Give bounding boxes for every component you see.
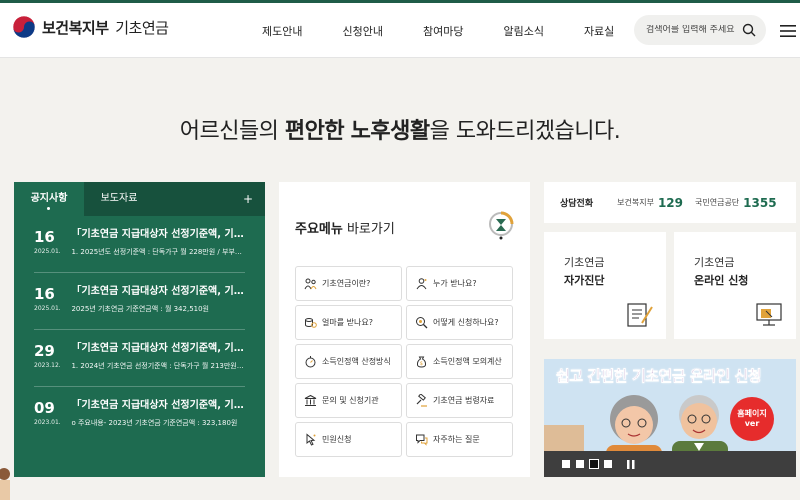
quick-menu-panel: 주요메뉴 바로가기 기초연금이란? 누가 받나요? 얼마를 받나요? 어떻게 신… (279, 182, 530, 477)
gavel-icon (416, 394, 427, 407)
tab-notices[interactable]: 공지사항 (14, 182, 84, 216)
logo-service: 기초연금 (115, 18, 169, 37)
pause-icon[interactable] (626, 459, 636, 469)
slide-indicator-1[interactable] (562, 460, 570, 468)
quick-menu-item[interactable]: 민원신청 (295, 422, 402, 457)
nav-item-news[interactable]: 알림소식 (503, 23, 543, 39)
quick-menu-title: 주요메뉴 바로가기 (295, 222, 395, 237)
site-header: 보건복지부 기초연금 제도안내 신청안내 참여마당 알림소식 자료실 (0, 3, 800, 58)
magnifier-icon (416, 317, 428, 329)
hotline-label: 상담전화 (560, 199, 594, 209)
hamburger-menu-icon[interactable] (780, 25, 796, 37)
hero-slogan: 어르신들의 편안한 노후생활을 도와드리겠습니다. (179, 119, 621, 144)
quick-menu-item[interactable]: 어떻게 신청하나요? (406, 305, 513, 340)
hourglass-clock-icon (489, 211, 514, 240)
nav-item-library[interactable]: 자료실 (584, 23, 614, 39)
site-logo[interactable]: 보건복지부 기초연금 (12, 15, 169, 39)
news-title: 「기초연금 지급대상자 선정기준액, 기준연금액 고시」 (71, 343, 245, 354)
news-summary: 2025년 기초연금 기준연금액 : 월 342,510원 (71, 305, 209, 313)
building-icon (304, 394, 317, 406)
slide-indicator-3[interactable] (589, 459, 599, 469)
news-date: 16 2025.01. (34, 228, 61, 255)
nav-item-participation[interactable]: 참여마당 (423, 23, 463, 39)
homepage-version-badge: 홈페이지 ver (730, 397, 774, 441)
news-summary: 1. 2025년도 선정기준액 : 단독가구 월 228만원 / 부부가구 월 … (71, 248, 245, 256)
pointer-icon (306, 433, 316, 446)
quick-menu-item[interactable]: $ 소득인정액 모의계산 (406, 344, 513, 379)
quick-menu-item[interactable]: 기초연금이란? (295, 266, 402, 301)
news-date: 29 2023.12. (34, 342, 61, 369)
news-title: 「기초연금 지급대상자 선정기준액, 기준연금액 고시」 (71, 229, 245, 240)
monitor-icon (756, 303, 782, 326)
slide-indicator-4[interactable] (604, 460, 612, 468)
search-icon[interactable] (742, 23, 756, 37)
nav-item-apply[interactable]: 신청안내 (342, 23, 382, 39)
quick-menu-item[interactable]: 누가 받나요? (406, 266, 513, 301)
banner-controls (544, 451, 796, 477)
slide-indicator-2[interactable] (576, 460, 584, 468)
coins-icon (305, 318, 317, 328)
quick-menu-item[interactable]: 문의 및 신청기관 (295, 383, 402, 418)
hotline-org-ministry: 보건복지부 (617, 198, 654, 207)
news-item[interactable]: 16 2025.01. 「기초연금 지급대상자 선정기준액, 기준연금액 고시」… (34, 273, 245, 330)
news-panel: 공지사항 보도자료 + 16 2025.01. 「기초연금 지급대상자 선정기준… (14, 182, 265, 477)
main-nav: 제도안내 신청안내 참여마당 알림소식 자료실 (262, 23, 654, 39)
banner-headline: 쉽고 간편한 기초연금 온라인 신청 (556, 367, 762, 386)
money-bag-icon: $ (416, 356, 427, 368)
hotline-org-nps: 국민연금공단 (695, 198, 740, 207)
quick-menu-item[interactable]: 자주하는 질문 (406, 422, 513, 457)
tab-press-releases[interactable]: 보도자료 (84, 182, 154, 216)
news-list: 16 2025.01. 「기초연금 지급대상자 선정기준액, 기준연금액 고시」… (14, 216, 265, 444)
search-box (634, 15, 766, 45)
logo-ministry: 보건복지부 (42, 18, 109, 37)
hotline-number-ministry[interactable]: 129 (658, 196, 683, 210)
taegeuk-emblem-icon (12, 15, 36, 39)
news-date: 16 2025.01. (34, 285, 61, 312)
chat-icon (416, 434, 428, 446)
checklist-icon (627, 303, 653, 327)
people-icon (304, 278, 317, 290)
news-item[interactable]: 09 2023.01. 「기초연금 지급대상자 선정기준액, 기준연금액」 고시… (34, 387, 245, 444)
news-summary: 1. 2024년 기초연금 선정기준액 : 단독가구 월 213만원 / 부부가… (71, 362, 245, 370)
self-diagnosis-card[interactable]: 기초연금 자가진단 (544, 232, 666, 339)
nav-item-system[interactable]: 제도안내 (262, 23, 302, 39)
quick-menu-item[interactable]: 소득인정액 산정방식 (295, 344, 402, 379)
online-application-card[interactable]: 기초연금 온라인 신청 (674, 232, 796, 339)
hotline-number-nps[interactable]: 1355 (743, 196, 776, 210)
news-tabs: 공지사항 보도자료 + (14, 182, 265, 216)
svg-text:$: $ (420, 361, 423, 367)
promo-banner[interactable]: 쉽고 간편한 기초연금 온라인 신청 홈페이지 ver (544, 359, 796, 477)
stopwatch-icon (305, 356, 316, 368)
quick-menu-item[interactable]: 얼마를 받나요? (295, 305, 402, 340)
quick-menu-grid: 기초연금이란? 누가 받나요? 얼마를 받나요? 어떻게 신청하나요? 소득인정… (295, 266, 513, 457)
news-title: 「기초연금 지급대상자 선정기준액, 기준연금액 고시」 (71, 286, 245, 297)
news-date: 09 2023.01. (34, 399, 61, 426)
search-input[interactable] (646, 25, 746, 35)
news-item[interactable]: 29 2023.12. 「기초연금 지급대상자 선정기준액, 기준연금액 고시」… (34, 330, 245, 387)
news-more-button[interactable]: + (243, 182, 253, 216)
person-icon (416, 278, 427, 290)
quick-menu-item[interactable]: 기초연금 법령자료 (406, 383, 513, 418)
mascot-partial-icon (0, 468, 10, 500)
news-title: 「기초연금 지급대상자 선정기준액, 기준연금액」 고시 (71, 400, 245, 411)
hotline-bar: 상담전화 보건복지부 129 국민연금공단 1355 (544, 182, 796, 223)
news-item[interactable]: 16 2025.01. 「기초연금 지급대상자 선정기준액, 기준연금액 고시」… (34, 216, 245, 273)
news-summary: o 주요내용- 2023년 기초연금 기준연금액 : 323,180원 (71, 419, 238, 427)
